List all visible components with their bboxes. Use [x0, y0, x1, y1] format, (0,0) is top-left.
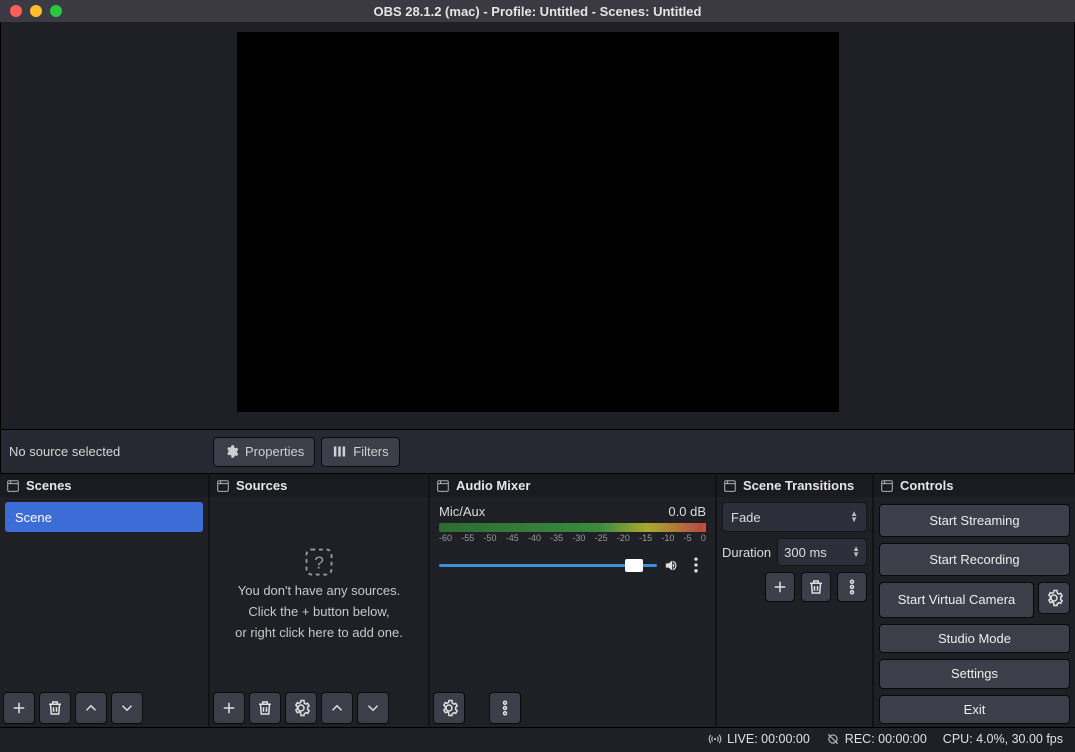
meter-ticks: -60-55-50-45-40-35-30-25-20-15-10-50 [439, 533, 706, 543]
close-window-button[interactable] [10, 5, 22, 17]
dock-icon [723, 479, 737, 493]
rec-status: REC: 00:00:00 [826, 732, 927, 746]
svg-text:?: ? [314, 552, 324, 572]
record-icon [826, 732, 840, 746]
dock-icon [6, 479, 20, 493]
dock-icon [436, 479, 450, 493]
audio-mixer-panel: Audio Mixer Mic/Aux 0.0 dB -60-55-50-45-… [430, 474, 717, 727]
add-source-button[interactable] [213, 692, 245, 724]
exit-button[interactable]: Exit [879, 695, 1070, 724]
duration-label: Duration [722, 545, 771, 560]
dock-icon [216, 479, 230, 493]
mixer-menu-button[interactable] [489, 692, 521, 724]
remove-source-button[interactable] [249, 692, 281, 724]
scenes-panel: Scenes Scene [0, 474, 210, 727]
scene-item[interactable]: Scene [5, 502, 203, 532]
channel-name: Mic/Aux [439, 504, 485, 519]
transition-menu-button[interactable] [837, 572, 867, 602]
live-status: LIVE: 00:00:00 [708, 732, 810, 746]
transitions-panel: Scene Transitions Fade ▲▼ Duration 300 m… [717, 474, 874, 727]
gear-icon [1045, 589, 1063, 607]
settings-button[interactable]: Settings [879, 659, 1070, 688]
plus-icon [771, 578, 789, 596]
mixer-settings-button[interactable] [433, 692, 465, 724]
audio-meter [439, 523, 706, 532]
dock-icon [880, 479, 894, 493]
mixer-channel: Mic/Aux 0.0 dB -60-55-50-45-40-35-30-25-… [433, 500, 712, 577]
updown-icon: ▲▼ [852, 546, 860, 558]
chevron-down-icon [118, 699, 136, 717]
controls-panel: Controls Start Streaming Start Recording… [874, 474, 1075, 727]
gear-icon [292, 699, 310, 717]
preview-canvas[interactable] [237, 32, 839, 412]
add-scene-button[interactable] [3, 692, 35, 724]
sources-panel: Sources ? You don't have any sources. Cl… [210, 474, 430, 727]
trash-icon [46, 699, 64, 717]
scenes-header[interactable]: Scenes [0, 474, 208, 497]
dots-vertical-icon [496, 699, 514, 717]
add-transition-button[interactable] [765, 572, 795, 602]
start-recording-button[interactable]: Start Recording [879, 543, 1070, 576]
virtual-camera-settings-button[interactable] [1038, 582, 1070, 614]
plus-icon [220, 699, 238, 717]
chevron-down-icon [364, 699, 382, 717]
cpu-status: CPU: 4.0%, 30.00 fps [943, 732, 1063, 746]
source-move-up-button[interactable] [321, 692, 353, 724]
broadcast-icon [708, 732, 722, 746]
scene-move-up-button[interactable] [75, 692, 107, 724]
no-source-label: No source selected [7, 444, 207, 459]
source-move-down-button[interactable] [357, 692, 389, 724]
minimize-window-button[interactable] [30, 5, 42, 17]
mixer-header[interactable]: Audio Mixer [430, 474, 715, 497]
source-toolbar: No source selected Properties Filters [0, 430, 1075, 474]
start-virtual-camera-button[interactable]: Start Virtual Camera [879, 582, 1034, 618]
maximize-window-button[interactable] [50, 5, 62, 17]
controls-header[interactable]: Controls [874, 474, 1075, 497]
scene-move-down-button[interactable] [111, 692, 143, 724]
duration-stepper[interactable]: 300 ms ▲▼ [777, 538, 867, 566]
speaker-icon[interactable] [663, 557, 680, 574]
volume-slider[interactable] [439, 564, 657, 567]
remove-scene-button[interactable] [39, 692, 71, 724]
trash-icon [807, 578, 825, 596]
channel-level: 0.0 dB [668, 504, 706, 519]
gear-icon [224, 444, 239, 459]
transitions-header[interactable]: Scene Transitions [717, 474, 872, 497]
chevron-up-icon [328, 699, 346, 717]
filters-icon [332, 444, 347, 459]
status-bar: . LIVE: 00:00:00 REC: 00:00:00 CPU: 4.0%… [0, 727, 1075, 749]
preview-area [0, 22, 1075, 430]
dots-vertical-icon [843, 578, 861, 596]
transition-select[interactable]: Fade ▲▼ [722, 502, 867, 532]
window-title: OBS 28.1.2 (mac) - Profile: Untitled - S… [0, 4, 1075, 19]
gear-icon [440, 699, 458, 717]
updown-icon: ▲▼ [850, 511, 858, 523]
plus-icon [10, 699, 28, 717]
properties-button[interactable]: Properties [213, 437, 315, 467]
start-streaming-button[interactable]: Start Streaming [879, 504, 1070, 537]
source-properties-button[interactable] [285, 692, 317, 724]
remove-transition-button[interactable] [801, 572, 831, 602]
studio-mode-button[interactable]: Studio Mode [879, 624, 1070, 653]
window-titlebar: OBS 28.1.2 (mac) - Profile: Untitled - S… [0, 0, 1075, 22]
sources-header[interactable]: Sources [210, 474, 428, 497]
chevron-up-icon [82, 699, 100, 717]
question-icon: ? [304, 547, 334, 577]
panels-row: Scenes Scene Sources ? You don't have an… [0, 474, 1075, 727]
channel-menu-button[interactable] [686, 553, 706, 577]
sources-empty-state[interactable]: ? You don't have any sources. Click the … [213, 500, 425, 686]
filters-button[interactable]: Filters [321, 437, 399, 467]
trash-icon [256, 699, 274, 717]
